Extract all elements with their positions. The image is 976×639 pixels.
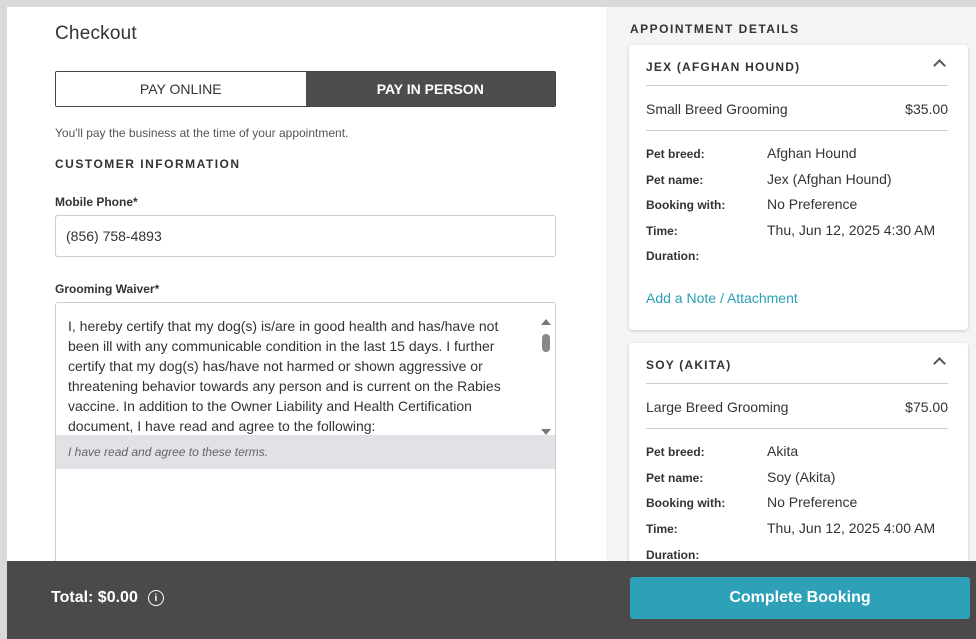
pay-in-person-button[interactable]: PAY IN PERSON [305,72,555,106]
complete-booking-button[interactable]: Complete Booking [630,577,970,619]
appointment-card-title: JEX (AFGHAN HOUND) [646,60,801,74]
pet-name-label: Pet name: [646,471,704,485]
grooming-waiver-label: Grooming Waiver* [55,282,160,296]
checkout-form-panel: Checkout PAY ONLINE PAY IN PERSON You'll… [7,7,606,639]
add-note-attachment-link[interactable]: Add a Note / Attachment [646,290,798,306]
scroll-up-arrow-icon[interactable] [541,319,551,325]
duration-label: Duration: [646,548,700,562]
duration-label: Duration: [646,249,700,263]
time-label: Time: [646,522,678,536]
appointment-card: JEX (AFGHAN HOUND) Small Breed Grooming … [629,45,968,330]
chevron-up-icon[interactable] [933,357,946,370]
pet-name-value: Soy (Akita) [767,469,836,485]
appointment-card: SOY (AKITA) Large Breed Grooming $75.00 … [629,343,968,583]
waiver-agree-option[interactable]: I have read and agree to these terms. [56,435,555,469]
scroll-thumb[interactable] [542,334,550,352]
time-value: Thu, Jun 12, 2025 4:00 AM [767,520,936,536]
pet-breed-label: Pet breed: [646,445,705,459]
grooming-waiver-box[interactable]: I, hereby certify that my dog(s) is/are … [55,302,556,592]
waiver-scrollbar[interactable] [539,317,553,435]
pet-breed-value: Akita [767,443,799,459]
service-name: Small Breed Grooming [646,101,788,117]
pet-breed-label: Pet breed: [646,147,705,161]
page-title: Checkout [55,23,137,44]
mobile-phone-label: Mobile Phone* [55,195,138,209]
chevron-up-icon[interactable] [933,59,946,72]
booking-with-label: Booking with: [646,496,726,510]
service-price: $35.00 [905,101,948,117]
time-label: Time: [646,224,678,238]
appointment-details-heading: APPOINTMENT DETAILS [630,22,800,36]
time-value: Thu, Jun 12, 2025 4:30 AM [767,222,936,238]
customer-info-heading: CUSTOMER INFORMATION [55,157,241,171]
divider [646,85,948,86]
checkout-footer: Total: $0.00 i Complete Booking [7,561,976,639]
appointment-card-title: SOY (AKITA) [646,358,732,372]
pay-online-button[interactable]: PAY ONLINE [56,72,306,106]
pet-name-value: Jex (Afghan Hound) [767,171,892,187]
divider [646,428,948,429]
booking-with-value: No Preference [767,494,858,510]
appointment-details-panel: APPOINTMENT DETAILS JEX (AFGHAN HOUND) S… [606,7,976,639]
checkout-page: Checkout PAY ONLINE PAY IN PERSON You'll… [7,7,976,639]
waiver-text: I, hereby certify that my dog(s) is/are … [68,318,501,434]
service-price: $75.00 [905,399,948,415]
payment-method-toggle: PAY ONLINE PAY IN PERSON [55,71,556,107]
booking-with-value: No Preference [767,196,858,212]
info-icon[interactable]: i [147,590,164,606]
divider [646,130,948,131]
order-total: Total: $0.00 i [51,589,164,607]
pet-name-label: Pet name: [646,173,704,187]
booking-with-label: Booking with: [646,198,726,212]
service-name: Large Breed Grooming [646,399,789,415]
pay-note: You'll pay the business at the time of y… [55,126,349,140]
divider [646,383,948,384]
mobile-phone-input[interactable] [55,215,556,257]
pet-breed-value: Afghan Hound [767,145,857,161]
total-text: Total: $0.00 [51,589,138,606]
